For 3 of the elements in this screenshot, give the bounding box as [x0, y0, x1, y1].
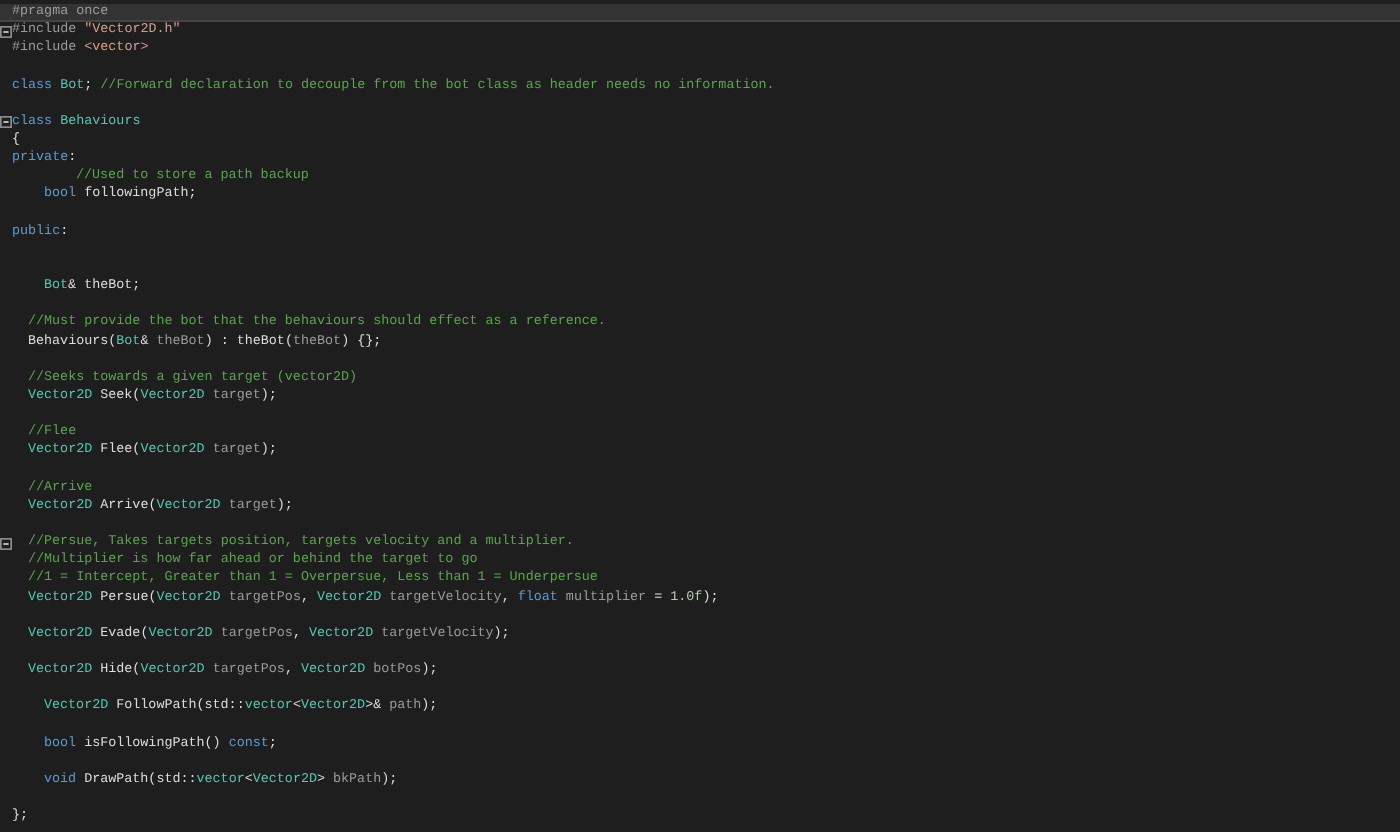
collapse-icon[interactable]	[0, 116, 12, 129]
collapse-icon[interactable]	[0, 537, 12, 550]
collapse-icon[interactable]	[0, 25, 12, 38]
